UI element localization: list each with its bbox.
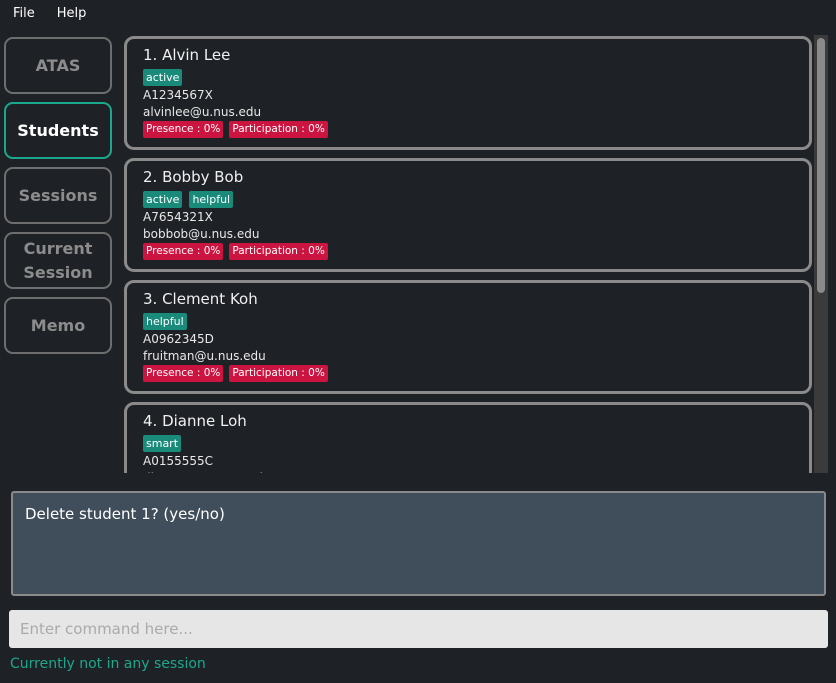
menu-file[interactable]: File [0, 6, 44, 21]
result-display: Delete student 1? (yes/no) [11, 491, 826, 596]
student-name: 2. Bobby Bob [143, 168, 244, 186]
student-card[interactable]: 1. Alvin Lee active A1234567X alvinlee@u.n… [124, 36, 812, 150]
sidebar: ATAS Students Sessions Current Session M… [4, 37, 112, 362]
scrollbar[interactable] [814, 35, 828, 473]
nav-current-session[interactable]: Current Session [4, 232, 112, 289]
presence-badge: Presence : 0% [143, 243, 224, 260]
command-input[interactable] [9, 610, 828, 648]
tag: active [143, 191, 183, 208]
student-id: A1234567X [143, 88, 213, 102]
session-status: Currently not in any session [10, 656, 206, 672]
nav-memo[interactable]: Memo [4, 297, 112, 354]
student-id: A7654321X [143, 210, 213, 224]
tag: smart [143, 435, 182, 452]
student-email: alvinlee@u.nus.edu [143, 105, 262, 119]
student-name: 1. Alvin Lee [143, 46, 231, 64]
tag-list: helpful [143, 313, 809, 330]
nav-sessions[interactable]: Sessions [4, 167, 112, 224]
scrollbar-thumb[interactable] [817, 38, 825, 293]
student-list: 4. Dianne Loh smart A0155555C dianne55@u.n… [122, 35, 828, 473]
nav-atas[interactable]: ATAS [4, 37, 112, 94]
participation-badge: Participation : 0% [229, 121, 328, 138]
tag-list: active [143, 69, 809, 86]
student-card[interactable]: 2. Bobby Bob active helpful A7654321X bobbo… [124, 158, 812, 272]
tag: helpful [189, 191, 234, 208]
presence-badge: Presence : 0% [143, 121, 224, 138]
student-email: fruitman@u.nus.edu [143, 349, 266, 363]
tag: active [143, 69, 183, 86]
tag-list: active helpful [143, 191, 809, 208]
student-id: A0962345D [143, 332, 214, 346]
student-name: 3. Clement Koh [143, 290, 258, 308]
student-card[interactable]: 4. Dianne Loh smart A0155555C dianne55@u.n… [124, 402, 812, 473]
student-name: 4. Dianne Loh [143, 412, 247, 430]
student-card[interactable]: 3. Clement Koh helpful A0962345D fruitman@… [124, 280, 812, 394]
presence-badge: Presence : 0% [143, 365, 224, 382]
participation-badge: Participation : 0% [229, 365, 328, 382]
participation-badge: Participation : 0% [229, 243, 328, 260]
tag-list: smart [143, 435, 809, 452]
menu-help[interactable]: Help [44, 6, 96, 21]
tag: helpful [143, 313, 187, 330]
nav-students[interactable]: Students [4, 102, 112, 159]
student-email: dianne55@u.nus.edu [143, 470, 809, 473]
student-id: A0155555C [143, 454, 214, 468]
student-email: bobbob@u.nus.edu [143, 227, 260, 241]
menu-bar: File Help [0, 0, 836, 26]
